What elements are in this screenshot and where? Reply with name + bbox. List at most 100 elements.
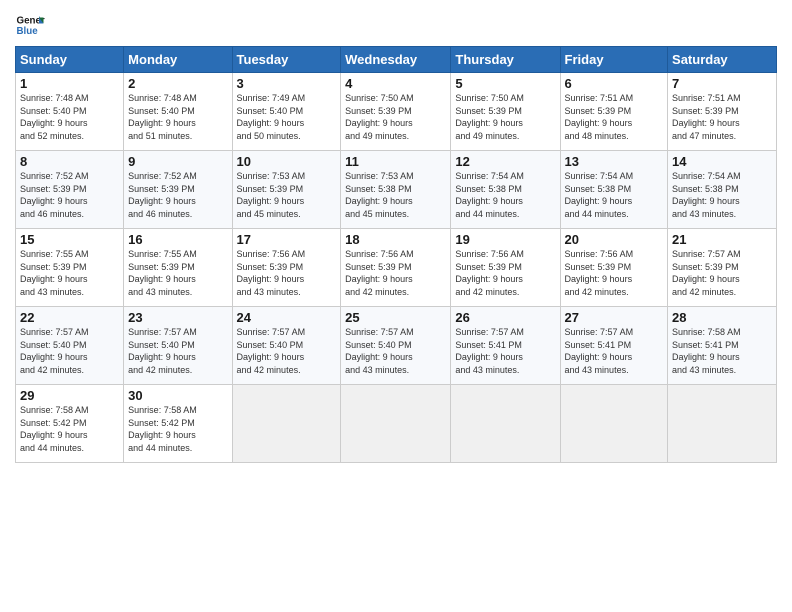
day-info: Sunrise: 7:57 AM Sunset: 5:40 PM Dayligh… bbox=[345, 326, 446, 376]
day-number: 6 bbox=[565, 76, 664, 91]
weekday-header: Sunday bbox=[16, 47, 124, 73]
calendar-cell bbox=[668, 385, 777, 463]
day-info: Sunrise: 7:55 AM Sunset: 5:39 PM Dayligh… bbox=[20, 248, 119, 298]
weekday-header: Saturday bbox=[668, 47, 777, 73]
calendar-cell: 1Sunrise: 7:48 AM Sunset: 5:40 PM Daylig… bbox=[16, 73, 124, 151]
calendar-week-row: 8Sunrise: 7:52 AM Sunset: 5:39 PM Daylig… bbox=[16, 151, 777, 229]
day-info: Sunrise: 7:57 AM Sunset: 5:41 PM Dayligh… bbox=[455, 326, 555, 376]
day-info: Sunrise: 7:56 AM Sunset: 5:39 PM Dayligh… bbox=[455, 248, 555, 298]
calendar-cell: 30Sunrise: 7:58 AM Sunset: 5:42 PM Dayli… bbox=[124, 385, 232, 463]
day-info: Sunrise: 7:52 AM Sunset: 5:39 PM Dayligh… bbox=[128, 170, 227, 220]
day-info: Sunrise: 7:51 AM Sunset: 5:39 PM Dayligh… bbox=[672, 92, 772, 142]
calendar-week-row: 22Sunrise: 7:57 AM Sunset: 5:40 PM Dayli… bbox=[16, 307, 777, 385]
day-info: Sunrise: 7:56 AM Sunset: 5:39 PM Dayligh… bbox=[237, 248, 337, 298]
day-info: Sunrise: 7:56 AM Sunset: 5:39 PM Dayligh… bbox=[345, 248, 446, 298]
calendar-cell bbox=[451, 385, 560, 463]
calendar-table: SundayMondayTuesdayWednesdayThursdayFrid… bbox=[15, 46, 777, 463]
day-info: Sunrise: 7:48 AM Sunset: 5:40 PM Dayligh… bbox=[128, 92, 227, 142]
day-info: Sunrise: 7:56 AM Sunset: 5:39 PM Dayligh… bbox=[565, 248, 664, 298]
day-number: 26 bbox=[455, 310, 555, 325]
day-info: Sunrise: 7:58 AM Sunset: 5:41 PM Dayligh… bbox=[672, 326, 772, 376]
day-number: 21 bbox=[672, 232, 772, 247]
calendar-cell: 10Sunrise: 7:53 AM Sunset: 5:39 PM Dayli… bbox=[232, 151, 341, 229]
day-info: Sunrise: 7:54 AM Sunset: 5:38 PM Dayligh… bbox=[672, 170, 772, 220]
day-number: 30 bbox=[128, 388, 227, 403]
day-number: 14 bbox=[672, 154, 772, 169]
day-info: Sunrise: 7:53 AM Sunset: 5:39 PM Dayligh… bbox=[237, 170, 337, 220]
day-number: 4 bbox=[345, 76, 446, 91]
day-info: Sunrise: 7:57 AM Sunset: 5:40 PM Dayligh… bbox=[237, 326, 337, 376]
day-info: Sunrise: 7:58 AM Sunset: 5:42 PM Dayligh… bbox=[128, 404, 227, 454]
calendar-cell bbox=[560, 385, 668, 463]
day-number: 15 bbox=[20, 232, 119, 247]
calendar-cell: 27Sunrise: 7:57 AM Sunset: 5:41 PM Dayli… bbox=[560, 307, 668, 385]
calendar-cell: 16Sunrise: 7:55 AM Sunset: 5:39 PM Dayli… bbox=[124, 229, 232, 307]
calendar-cell: 15Sunrise: 7:55 AM Sunset: 5:39 PM Dayli… bbox=[16, 229, 124, 307]
calendar-cell: 13Sunrise: 7:54 AM Sunset: 5:38 PM Dayli… bbox=[560, 151, 668, 229]
day-info: Sunrise: 7:54 AM Sunset: 5:38 PM Dayligh… bbox=[565, 170, 664, 220]
day-number: 29 bbox=[20, 388, 119, 403]
day-info: Sunrise: 7:50 AM Sunset: 5:39 PM Dayligh… bbox=[455, 92, 555, 142]
calendar-cell: 9Sunrise: 7:52 AM Sunset: 5:39 PM Daylig… bbox=[124, 151, 232, 229]
calendar-cell: 6Sunrise: 7:51 AM Sunset: 5:39 PM Daylig… bbox=[560, 73, 668, 151]
calendar-cell: 3Sunrise: 7:49 AM Sunset: 5:40 PM Daylig… bbox=[232, 73, 341, 151]
svg-text:Blue: Blue bbox=[17, 26, 39, 37]
day-number: 5 bbox=[455, 76, 555, 91]
day-number: 20 bbox=[565, 232, 664, 247]
day-number: 11 bbox=[345, 154, 446, 169]
calendar-cell: 5Sunrise: 7:50 AM Sunset: 5:39 PM Daylig… bbox=[451, 73, 560, 151]
day-number: 23 bbox=[128, 310, 227, 325]
day-number: 2 bbox=[128, 76, 227, 91]
calendar-cell: 4Sunrise: 7:50 AM Sunset: 5:39 PM Daylig… bbox=[341, 73, 451, 151]
weekday-header: Tuesday bbox=[232, 47, 341, 73]
calendar-cell: 8Sunrise: 7:52 AM Sunset: 5:39 PM Daylig… bbox=[16, 151, 124, 229]
day-number: 9 bbox=[128, 154, 227, 169]
weekday-header: Wednesday bbox=[341, 47, 451, 73]
day-info: Sunrise: 7:51 AM Sunset: 5:39 PM Dayligh… bbox=[565, 92, 664, 142]
day-info: Sunrise: 7:50 AM Sunset: 5:39 PM Dayligh… bbox=[345, 92, 446, 142]
day-number: 22 bbox=[20, 310, 119, 325]
weekday-header: Friday bbox=[560, 47, 668, 73]
day-number: 3 bbox=[237, 76, 337, 91]
calendar-cell: 29Sunrise: 7:58 AM Sunset: 5:42 PM Dayli… bbox=[16, 385, 124, 463]
day-number: 25 bbox=[345, 310, 446, 325]
day-info: Sunrise: 7:57 AM Sunset: 5:39 PM Dayligh… bbox=[672, 248, 772, 298]
calendar-body: 1 Sunrise: 7:48 AM Sunset: 5:40 PM Daylig… bbox=[16, 73, 777, 463]
logo: General Blue bbox=[15, 10, 45, 40]
calendar-cell: 25Sunrise: 7:57 AM Sunset: 5:40 PM Dayli… bbox=[341, 307, 451, 385]
day-info: Sunrise: 7:49 AM Sunset: 5:40 PM Dayligh… bbox=[237, 92, 337, 142]
day-info: Sunrise: 7:54 AM Sunset: 5:38 PM Dayligh… bbox=[455, 170, 555, 220]
calendar-week-row: 15Sunrise: 7:55 AM Sunset: 5:39 PM Dayli… bbox=[16, 229, 777, 307]
calendar-cell: 21Sunrise: 7:57 AM Sunset: 5:39 PM Dayli… bbox=[668, 229, 777, 307]
calendar-cell bbox=[232, 385, 341, 463]
calendar-cell: 23Sunrise: 7:57 AM Sunset: 5:40 PM Dayli… bbox=[124, 307, 232, 385]
calendar-cell: 24Sunrise: 7:57 AM Sunset: 5:40 PM Dayli… bbox=[232, 307, 341, 385]
weekday-header: Thursday bbox=[451, 47, 560, 73]
day-number: 18 bbox=[345, 232, 446, 247]
day-number: 19 bbox=[455, 232, 555, 247]
day-number: 8 bbox=[20, 154, 119, 169]
calendar-cell: 28Sunrise: 7:58 AM Sunset: 5:41 PM Dayli… bbox=[668, 307, 777, 385]
calendar-cell: 20Sunrise: 7:56 AM Sunset: 5:39 PM Dayli… bbox=[560, 229, 668, 307]
day-info: Sunrise: 7:57 AM Sunset: 5:40 PM Dayligh… bbox=[128, 326, 227, 376]
calendar-week-row: 1 Sunrise: 7:48 AM Sunset: 5:40 PM Daylig… bbox=[16, 73, 777, 151]
calendar-cell: 2Sunrise: 7:48 AM Sunset: 5:40 PM Daylig… bbox=[124, 73, 232, 151]
header: General Blue bbox=[15, 10, 777, 40]
day-number: 10 bbox=[237, 154, 337, 169]
day-number: 16 bbox=[128, 232, 227, 247]
logo-icon: General Blue bbox=[15, 10, 45, 40]
calendar-cell: 26Sunrise: 7:57 AM Sunset: 5:41 PM Dayli… bbox=[451, 307, 560, 385]
day-info: Sunrise: 7:55 AM Sunset: 5:39 PM Dayligh… bbox=[128, 248, 227, 298]
day-info: Sunrise: 7:52 AM Sunset: 5:39 PM Dayligh… bbox=[20, 170, 119, 220]
day-info: Sunrise: 7:57 AM Sunset: 5:40 PM Dayligh… bbox=[20, 326, 119, 376]
calendar-header-row: SundayMondayTuesdayWednesdayThursdayFrid… bbox=[16, 47, 777, 73]
calendar-cell: 11Sunrise: 7:53 AM Sunset: 5:38 PM Dayli… bbox=[341, 151, 451, 229]
calendar-cell: 18Sunrise: 7:56 AM Sunset: 5:39 PM Dayli… bbox=[341, 229, 451, 307]
day-number: 7 bbox=[672, 76, 772, 91]
calendar-cell: 12Sunrise: 7:54 AM Sunset: 5:38 PM Dayli… bbox=[451, 151, 560, 229]
calendar-cell: 22Sunrise: 7:57 AM Sunset: 5:40 PM Dayli… bbox=[16, 307, 124, 385]
day-number: 1 bbox=[20, 76, 119, 91]
calendar-cell: 7Sunrise: 7:51 AM Sunset: 5:39 PM Daylig… bbox=[668, 73, 777, 151]
day-number: 24 bbox=[237, 310, 337, 325]
calendar-cell bbox=[341, 385, 451, 463]
